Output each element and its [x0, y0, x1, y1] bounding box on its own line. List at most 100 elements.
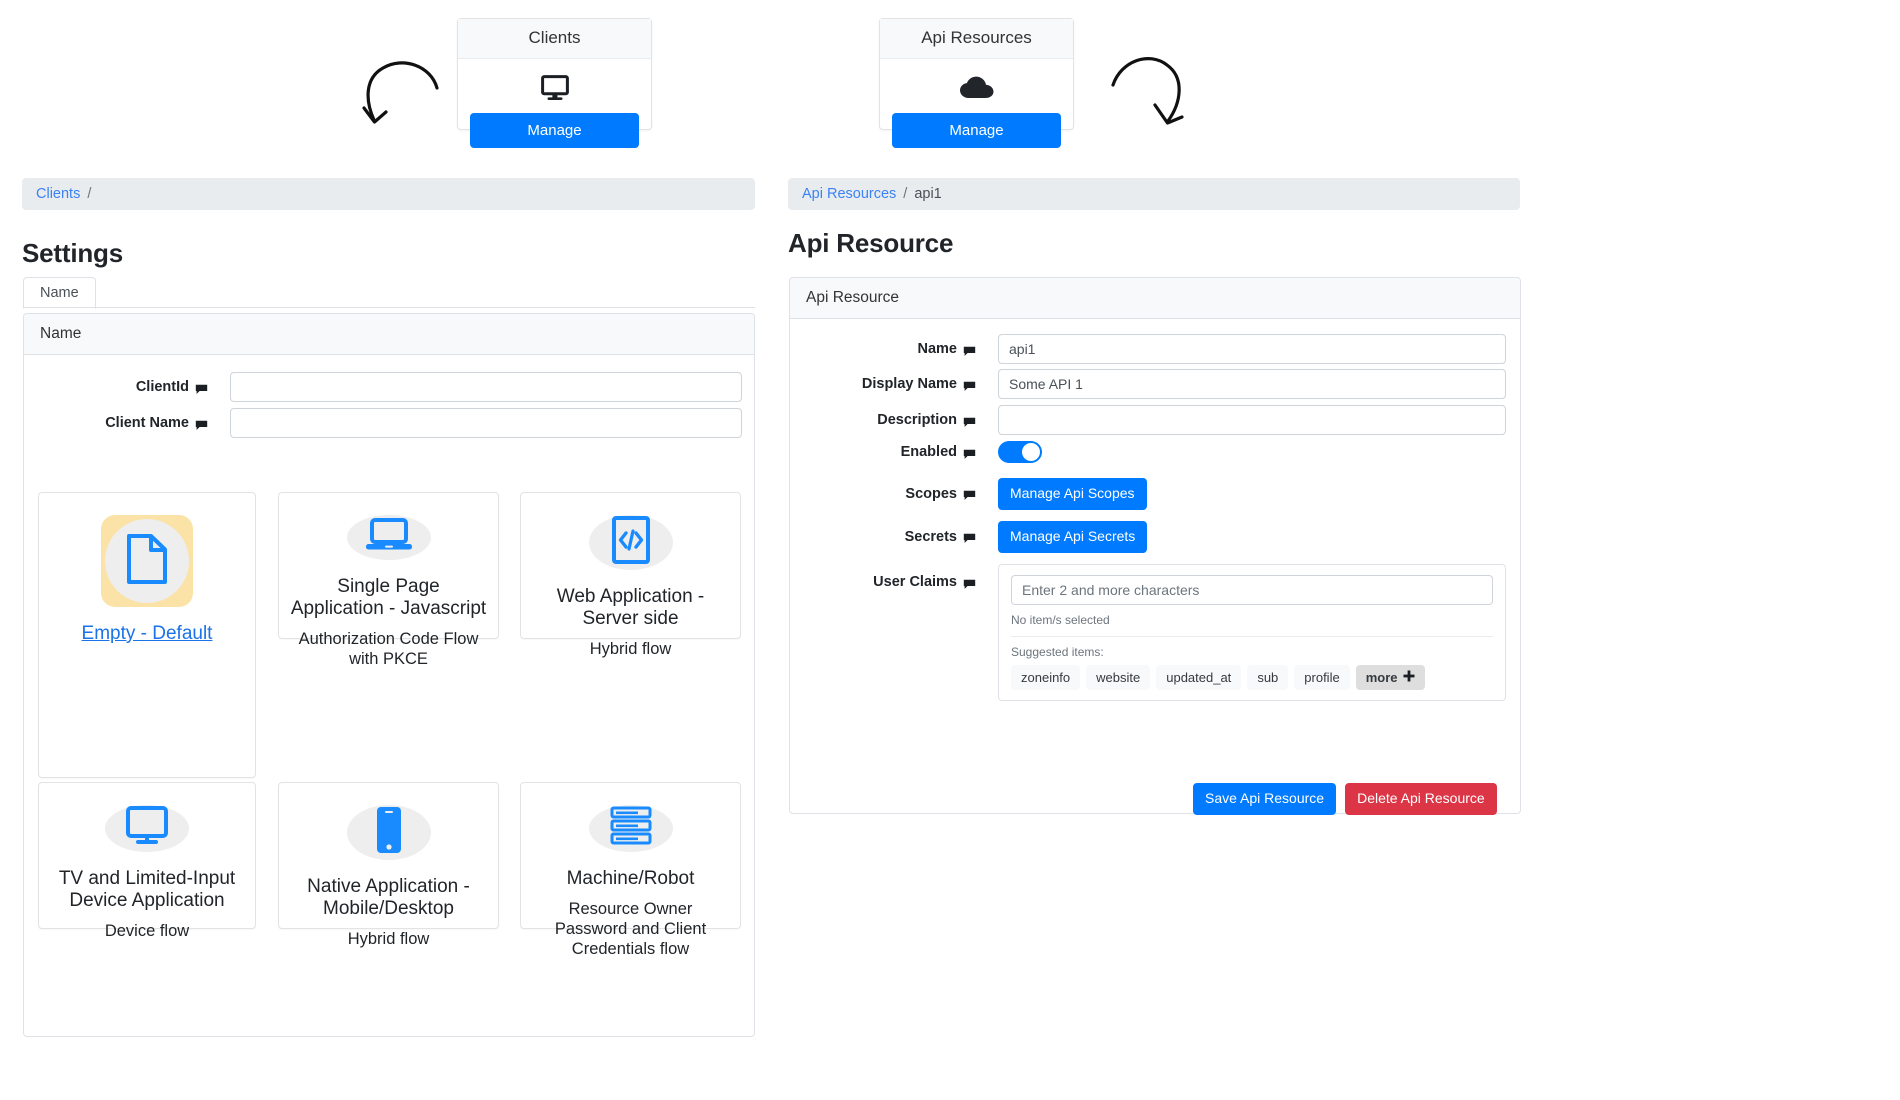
user-claims-input[interactable] — [1011, 575, 1493, 605]
comment-flag-icon — [195, 419, 208, 430]
dashboard-tile-body: Manage — [458, 59, 651, 160]
client-type-card-machine-robot[interactable]: Machine/Robot Resource Owner Password an… — [520, 782, 741, 958]
client-type-card-empty-default[interactable]: Empty - Default — [38, 492, 256, 778]
client-type-card-tv-limited-input[interactable]: TV and Limited-Input Device Application … — [38, 782, 256, 940]
arrow-to-api-resources-panel — [1105, 45, 1205, 140]
code-file-icon — [610, 515, 652, 570]
form-row-enabled: Enabled — [806, 441, 1506, 463]
desktop-monitor-icon — [470, 69, 639, 107]
suggested-chip[interactable]: zoneinfo — [1011, 665, 1081, 690]
breadcrumb-separator: / — [87, 186, 92, 202]
manage-clients-button[interactable]: Manage — [470, 113, 639, 148]
comment-flag-icon — [963, 380, 976, 391]
client-name-input[interactable] — [230, 408, 742, 438]
form-row-client-name: Client Name — [40, 408, 742, 438]
secrets-label-text: Secrets — [904, 528, 957, 545]
client-type-card-native-app[interactable]: Native Application - Mobile/Desktop Hybr… — [278, 782, 499, 948]
display-name-label: Display Name — [806, 376, 976, 392]
api-name-input[interactable] — [998, 334, 1506, 364]
dashboard-tile-api-resources[interactable]: Api Resources Manage — [879, 18, 1074, 148]
icon-circle — [588, 805, 673, 852]
suggested-chip[interactable]: sub — [1247, 665, 1289, 690]
client-type-subtitle: Hybrid flow — [589, 640, 672, 659]
dashboard-tile-body: Manage — [880, 59, 1073, 160]
secrets-label: Secrets — [806, 529, 976, 545]
dashboard-tile-clients[interactable]: Clients Manage — [457, 18, 652, 148]
client-type-title: Machine/Robot — [566, 868, 695, 889]
suggested-chip[interactable]: updated_at — [1156, 665, 1242, 690]
form-row-description: Description — [806, 405, 1506, 435]
page-title-settings: Settings — [22, 238, 123, 268]
description-label-text: Description — [877, 412, 957, 428]
client-type-title: Native Application - Mobile/Desktop — [307, 876, 470, 920]
user-claims-label: User Claims — [806, 564, 976, 590]
comment-flag-icon — [963, 532, 976, 544]
tab-label: Name — [40, 285, 79, 301]
icon-circle — [588, 515, 673, 570]
breadcrumb-link-clients[interactable]: Clients — [36, 186, 80, 202]
settings-card-header: Name — [24, 314, 754, 355]
description-label: Description — [806, 412, 976, 428]
dashboard-tile-title: Api Resources — [880, 19, 1073, 59]
comment-flag-icon — [195, 383, 208, 394]
enabled-toggle[interactable] — [998, 441, 1042, 463]
cloud-icon — [892, 69, 1061, 107]
selected-highlight — [101, 515, 193, 607]
client-type-title: TV and Limited-Input Device Application — [58, 868, 236, 912]
arrow-to-clients-panel — [345, 50, 445, 140]
icon-circle — [346, 805, 431, 860]
delete-api-resource-button[interactable]: Delete Api Resource — [1345, 783, 1497, 815]
tab-name[interactable]: Name — [23, 277, 96, 309]
mobile-phone-icon — [374, 805, 404, 860]
breadcrumb-link-api-resources[interactable]: Api Resources — [802, 186, 896, 202]
tabs-bottom-rule — [23, 307, 755, 308]
manage-api-resources-button[interactable]: Manage — [892, 113, 1061, 148]
suggested-chip[interactable]: profile — [1294, 665, 1350, 690]
breadcrumb-clients[interactable]: Clients / — [22, 178, 755, 210]
form-row-display-name: Display Name — [806, 369, 1506, 399]
user-claims-suggested-chips: zoneinfo website updated_at sub profile … — [1011, 665, 1493, 690]
client-type-subtitle: Hybrid flow — [347, 930, 430, 949]
name-label-text: Name — [917, 341, 958, 357]
scopes-label: Scopes — [806, 486, 976, 502]
client-type-subtitle: Resource Owner Password and Client Crede… — [554, 900, 707, 958]
api-resource-card-header: Api Resource — [790, 278, 1520, 319]
settings-tabs[interactable]: Name — [23, 274, 96, 309]
page-title-api-resource: Api Resource — [788, 228, 954, 258]
client-type-link-empty-default[interactable]: Empty - Default — [82, 623, 213, 645]
client-type-card-web-app-server-side[interactable]: Web Application - Server side Hybrid flo… — [520, 492, 741, 658]
manage-api-secrets-button[interactable]: Manage Api Secrets — [998, 521, 1148, 553]
name-label: Name — [806, 341, 976, 357]
user-claims-box: No item/s selected Suggested items: zone… — [998, 564, 1506, 701]
clientid-input[interactable] — [230, 372, 742, 402]
comment-flag-icon — [963, 416, 976, 427]
more-label: more — [1365, 670, 1398, 685]
dashboard-tile-title: Clients — [458, 19, 651, 59]
form-row-user-claims: User Claims No item/s selected Suggested… — [806, 564, 1506, 701]
manage-api-scopes-button[interactable]: Manage Api Scopes — [998, 478, 1147, 510]
suggested-chip-more[interactable]: more — [1355, 665, 1425, 690]
clientid-label-text: ClientId — [135, 379, 189, 395]
breadcrumb-current: api1 — [914, 186, 942, 202]
client-type-title: Web Application - Server side — [556, 586, 705, 630]
client-type-title: Single Page Application - Javascript — [290, 576, 487, 620]
api-description-input[interactable] — [998, 405, 1506, 435]
comment-flag-icon — [963, 448, 976, 459]
enabled-label: Enabled — [806, 444, 976, 460]
api-display-name-input[interactable] — [998, 369, 1506, 399]
form-row-clientid: ClientId — [40, 372, 742, 402]
client-type-card-single-page-app[interactable]: Single Page Application - Javascript Aut… — [278, 492, 499, 668]
save-api-resource-button[interactable]: Save Api Resource — [1193, 783, 1337, 815]
breadcrumb-api-resources[interactable]: Api Resources / api1 — [788, 178, 1520, 210]
icon-circle — [105, 805, 189, 852]
comment-flag-icon — [963, 578, 976, 589]
api-resource-actions: Save Api Resource Delete Api Resource — [1193, 783, 1497, 815]
client-type-subtitle: Authorization Code Flow with PKCE — [298, 630, 479, 669]
form-row-secrets: Secrets Manage Api Secrets — [806, 521, 1506, 553]
suggested-chip[interactable]: website — [1086, 665, 1151, 690]
file-document-icon — [125, 533, 169, 590]
icon-circle — [346, 515, 431, 560]
icon-circle — [105, 519, 189, 603]
display-name-label-text: Display Name — [861, 376, 957, 392]
user-claims-label-text: User Claims — [873, 574, 957, 590]
